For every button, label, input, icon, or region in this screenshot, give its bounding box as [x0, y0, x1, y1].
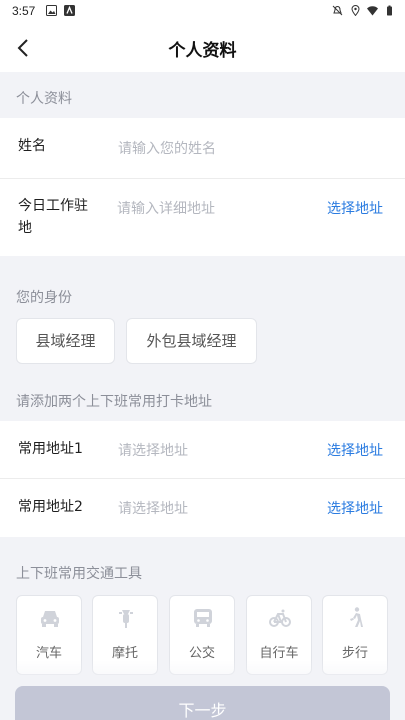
profile-section-title: 个人资料	[16, 91, 72, 107]
work-location-label-line1: 今日工作驻	[18, 198, 88, 214]
transport-section-title: 上下班常用交通工具	[16, 566, 142, 582]
bus-icon	[194, 609, 212, 627]
identity-section-title: 您的身份	[16, 290, 72, 306]
name-label: 姓名	[18, 138, 46, 154]
status-bar: 3:57	[0, 0, 405, 24]
transport-option-label: 摩托	[111, 646, 138, 661]
bicycle-icon	[269, 609, 291, 627]
status-time: 3:57	[12, 4, 36, 18]
walk-icon	[350, 607, 363, 627]
identity-option-outsourced-county-manager[interactable]: 外包县域经理	[126, 318, 257, 364]
name-row: 姓名 请输入您的姓名	[0, 118, 405, 178]
work-address-input[interactable]: 请输入详细地址	[117, 198, 215, 218]
address-row: 常用地址1 请选择地址 选择地址	[0, 421, 405, 478]
wifi-icon	[367, 6, 378, 16]
location-icon	[351, 5, 360, 16]
address-card: 常用地址1 请选择地址 选择地址 常用地址2 请选择地址 选择地址	[0, 421, 405, 537]
next-step-button[interactable]: 下一步	[15, 686, 390, 720]
transport-option-label: 汽车	[35, 646, 62, 661]
name-input[interactable]: 请输入您的姓名	[118, 138, 216, 158]
mute-icon	[332, 5, 343, 16]
select-address-button[interactable]: 选择地址	[327, 498, 383, 518]
work-location-label: 今日工作驻 地	[18, 195, 88, 239]
select-address-button[interactable]: 选择地址	[327, 440, 383, 460]
address-section-title: 请添加两个上下班常用打卡地址	[16, 394, 212, 410]
work-location-row: 今日工作驻 地 请输入详细地址 选择地址	[0, 179, 405, 256]
nav-bar: 个人资料	[0, 24, 405, 72]
transport-option-label: 步行	[341, 646, 368, 661]
address-input[interactable]: 请选择地址	[118, 498, 188, 518]
motorbike-icon	[119, 610, 133, 628]
image-notification-icon	[46, 5, 57, 16]
transport-option-label: 自行车	[259, 646, 299, 661]
battery-icon	[387, 5, 392, 16]
transport-option-label: 公交	[188, 646, 215, 661]
address-input[interactable]: 请选择地址	[118, 440, 188, 460]
work-location-label-line2: 地	[18, 220, 32, 236]
identity-option-county-manager[interactable]: 县域经理	[16, 318, 115, 364]
car-icon	[41, 611, 59, 627]
address-row: 常用地址2 请选择地址 选择地址	[0, 479, 405, 537]
address-label: 常用地址2	[18, 499, 83, 515]
select-address-button[interactable]: 选择地址	[327, 198, 383, 218]
page-title: 个人资料	[168, 41, 237, 61]
app-notification-icon	[64, 5, 75, 16]
profile-card: 姓名 请输入您的姓名 今日工作驻 地 请输入详细地址 选择地址	[0, 118, 405, 256]
address-label: 常用地址1	[18, 441, 83, 457]
